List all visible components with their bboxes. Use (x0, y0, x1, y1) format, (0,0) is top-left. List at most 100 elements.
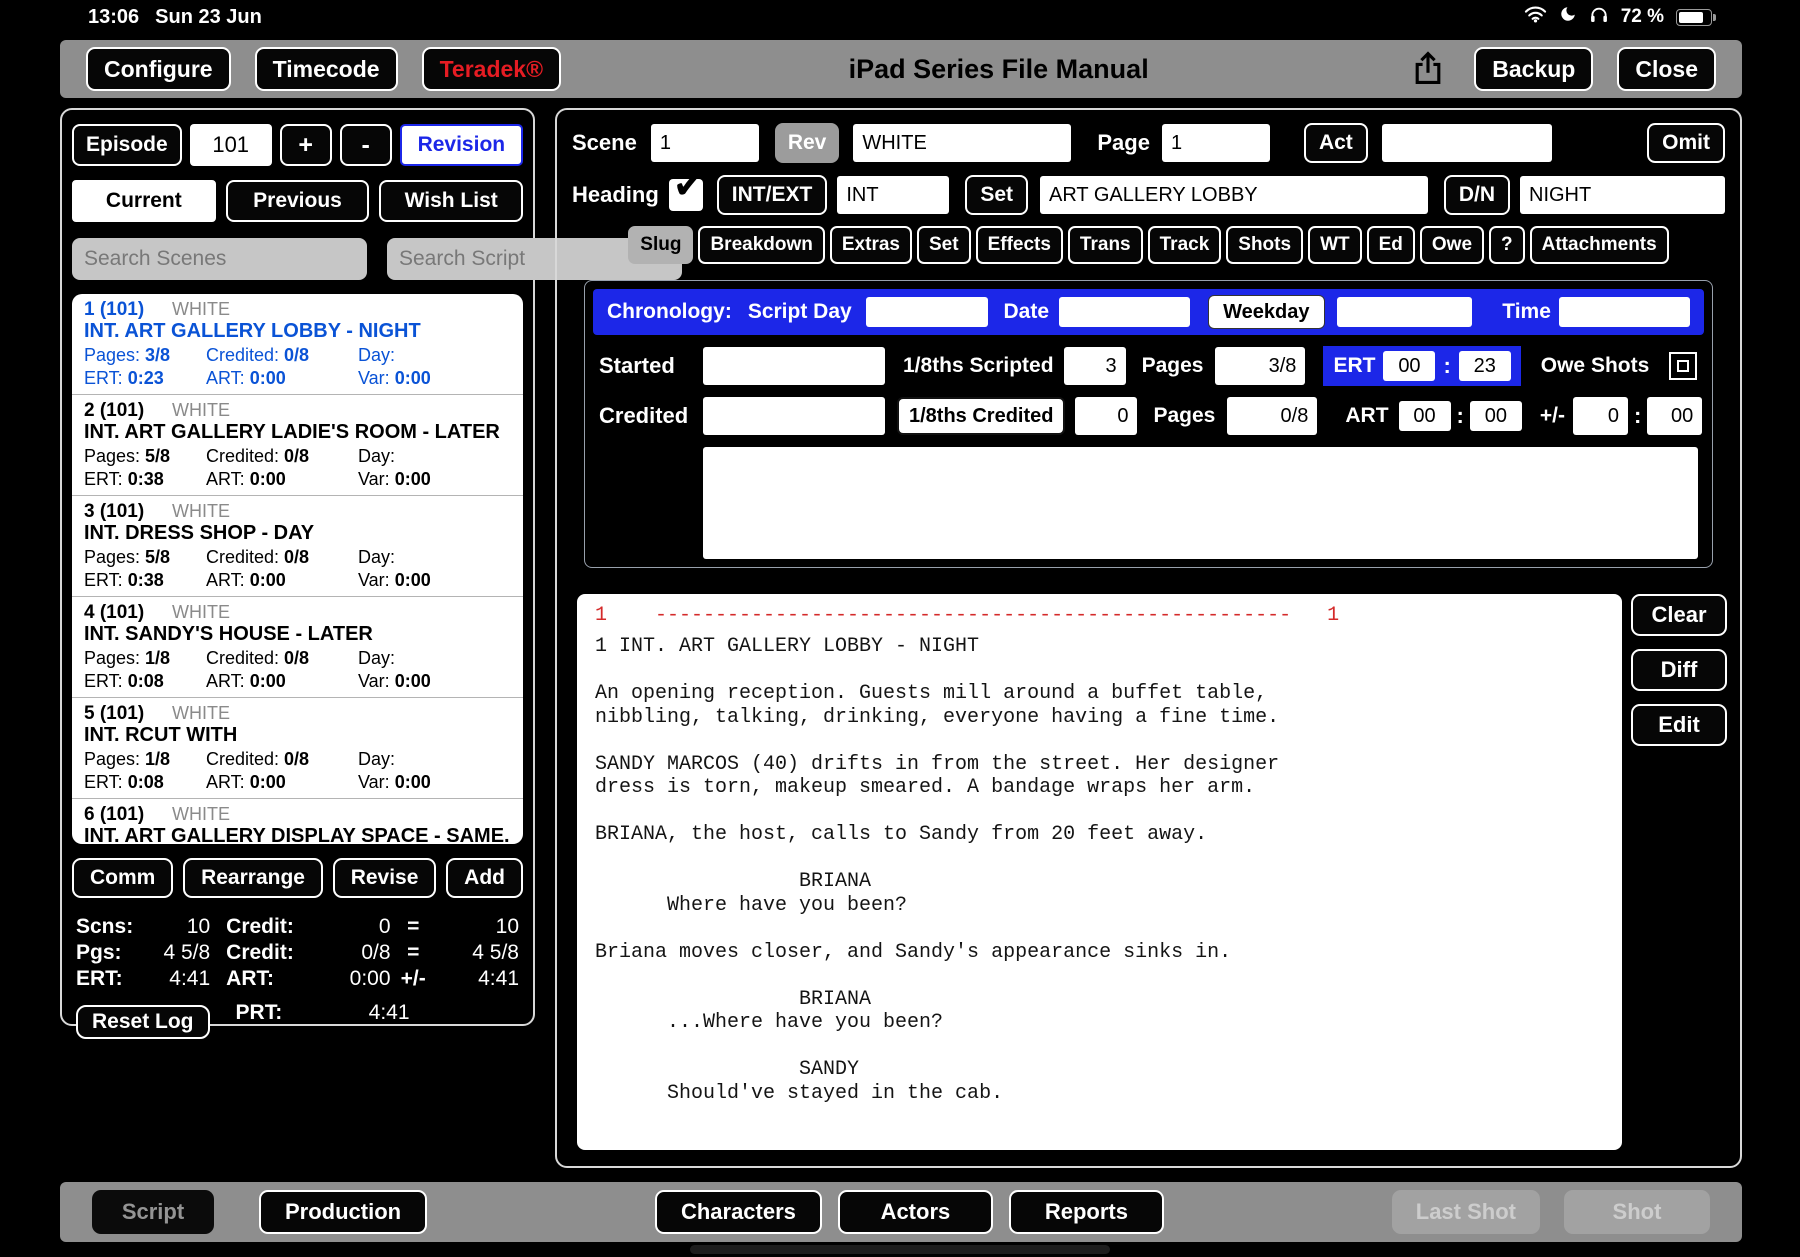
scene-card-4[interactable]: 4 (101) WHITE INT. SANDY'S HOUSE - LATER … (72, 597, 523, 698)
scene-revision-color: WHITE (172, 703, 230, 723)
edit-button[interactable]: Edit (1631, 704, 1727, 746)
episode-panel: Episode 101 + - Revision Current Previou… (60, 108, 682, 1039)
script-page[interactable]: 1 --------------------------------------… (577, 594, 1622, 1150)
slug-textarea[interactable] (703, 447, 1698, 559)
tab-current[interactable]: Current (72, 180, 216, 222)
rev-button[interactable]: Rev (774, 123, 840, 163)
rearrange-button[interactable]: Rearrange (183, 858, 323, 898)
search-scenes-input[interactable] (72, 238, 367, 280)
revision-color-input[interactable]: WHITE (853, 124, 1072, 162)
act-input[interactable] (1381, 124, 1552, 162)
tab-help[interactable]: ? (1489, 226, 1525, 264)
last-shot-button[interactable]: Last Shot (1391, 1190, 1540, 1234)
tab-shots[interactable]: Shots (1226, 226, 1304, 264)
episode-totals: Scns: 10 Credit: 0 = 10 Pgs: 4 5/8 Credi… (72, 914, 523, 1039)
tab-extras[interactable]: Extras (829, 226, 912, 264)
tab-previous[interactable]: Previous (225, 180, 370, 222)
episode-plus-button[interactable]: + (279, 124, 332, 166)
comm-button[interactable]: Comm (72, 858, 174, 898)
episode-minus-button[interactable]: - (339, 124, 392, 166)
script-button[interactable]: Script (92, 1190, 214, 1234)
teradek-button[interactable]: Teradek® (421, 47, 562, 91)
tab-attachments[interactable]: Attachments (1529, 226, 1669, 264)
art-seconds-input[interactable]: 00 (1469, 401, 1522, 431)
top-toolbar: Configure Timecode Teradek® iPad Series … (60, 40, 1742, 98)
scene-card-5[interactable]: 5 (101) WHITE INT. RCUT WITH Pages: 1/8 Cr… (72, 698, 523, 799)
day-night-input[interactable]: NIGHT (1520, 176, 1725, 214)
add-button[interactable]: Add (446, 858, 523, 898)
tab-track[interactable]: Track (1147, 226, 1222, 264)
ipad-screen: 13:06 Sun 23 Jun 72 % Configure Timecode… (0, 0, 1800, 1257)
eighths-scripted-input[interactable]: 3 (1063, 347, 1126, 385)
weekday-input[interactable] (1336, 297, 1473, 327)
scene-card-2[interactable]: 2 (101) WHITE INT. ART GALLERY LADIE'S RO… (72, 395, 523, 496)
art-value: 0:00 (249, 772, 286, 792)
backup-button[interactable]: Backup (1474, 47, 1594, 91)
tab-trans[interactable]: Trans (1067, 226, 1143, 264)
started-input[interactable] (703, 347, 885, 385)
scene-card-1[interactable]: 1 (101) WHITE INT. ART GALLERY LOBBY - NI… (72, 294, 523, 395)
tab-breakdown[interactable]: Breakdown (698, 226, 825, 264)
int-ext-input[interactable]: INT (837, 176, 950, 214)
page-number-input[interactable]: 1 (1161, 124, 1270, 162)
revision-button[interactable]: Revision (399, 124, 523, 166)
tab-owe[interactable]: Owe (1419, 226, 1485, 264)
pages-credited-input[interactable]: 0/8 (1227, 397, 1318, 435)
set-button[interactable]: Set (965, 175, 1028, 215)
int-ext-button[interactable]: INT/EXT (716, 175, 828, 215)
day-label: Day: (358, 446, 396, 466)
production-button[interactable]: Production (259, 1190, 428, 1234)
ert-minutes-input[interactable]: 00 (1383, 351, 1436, 381)
episode-button[interactable]: Episode (72, 124, 182, 166)
tab-ed[interactable]: Ed (1366, 226, 1415, 264)
clear-button[interactable]: Clear (1631, 594, 1727, 636)
timecode-button[interactable]: Timecode (254, 47, 398, 91)
scene-card-6[interactable]: 6 (101) WHITE INT. ART GALLERY DISPLAY SP… (72, 799, 523, 844)
moon-icon (1559, 5, 1577, 29)
tab-effects[interactable]: Effects (975, 226, 1063, 264)
scene-card-3[interactable]: 3 (101) WHITE INT. DRESS SHOP - DAY Pages… (72, 496, 523, 597)
scene-number: 5 (101) (84, 703, 145, 724)
weekday-button[interactable]: Weekday (1208, 295, 1325, 329)
close-button[interactable]: Close (1617, 47, 1716, 91)
act-button[interactable]: Act (1303, 123, 1368, 163)
day-night-button[interactable]: D/N (1443, 175, 1510, 215)
configure-button[interactable]: Configure (86, 47, 231, 91)
omit-button[interactable]: Omit (1647, 123, 1725, 163)
variance-minutes-input[interactable]: 0 (1572, 397, 1628, 435)
episode-number-input[interactable]: 101 (189, 124, 272, 166)
share-button[interactable] (1412, 50, 1444, 89)
owe-shots-checkbox[interactable] (1669, 352, 1698, 380)
set-input[interactable]: ART GALLERY LOBBY (1040, 176, 1428, 214)
credited-input[interactable] (703, 397, 885, 435)
tab-wt[interactable]: WT (1308, 226, 1362, 264)
pages-scripted-input[interactable]: 3/8 (1215, 347, 1306, 385)
diff-button[interactable]: Diff (1631, 649, 1727, 691)
eighths-credited-input[interactable]: 0 (1075, 397, 1138, 435)
actors-button[interactable]: Actors (837, 1190, 993, 1234)
reset-log-button[interactable]: Reset Log (76, 1005, 210, 1039)
heading-checkbox[interactable]: ✔ (668, 163, 705, 211)
credit-label: Credit: (226, 915, 294, 938)
art-minutes-input[interactable]: 00 (1398, 401, 1451, 431)
revise-button[interactable]: Revise (332, 858, 437, 898)
ert-label: ERT: (84, 772, 123, 792)
date-input[interactable] (1059, 297, 1191, 327)
bottom-toolbar: Script Production Characters Actors Repo… (60, 1182, 1742, 1242)
shot-button[interactable]: Shot (1563, 1190, 1710, 1234)
credited-label: Credited: (206, 547, 280, 567)
reports-button[interactable]: Reports (1008, 1190, 1164, 1234)
eighths-credited-button[interactable]: 1/8ths Credited (897, 397, 1066, 435)
script-day-input[interactable] (865, 297, 988, 327)
time-input[interactable] (1558, 297, 1690, 327)
tab-wish-list[interactable]: Wish List (379, 180, 524, 222)
scene-number-input[interactable]: 1 (650, 124, 759, 162)
ert-seconds-input[interactable]: 23 (1458, 351, 1511, 381)
home-indicator[interactable] (690, 1245, 1110, 1254)
variance-seconds-input[interactable]: 00 (1647, 397, 1703, 435)
heading-label: Heading (572, 182, 659, 207)
equals-sign: = (407, 915, 420, 938)
characters-button[interactable]: Characters (654, 1190, 822, 1234)
tab-slug[interactable]: Slug (628, 226, 694, 264)
tab-set[interactable]: Set (916, 226, 971, 264)
